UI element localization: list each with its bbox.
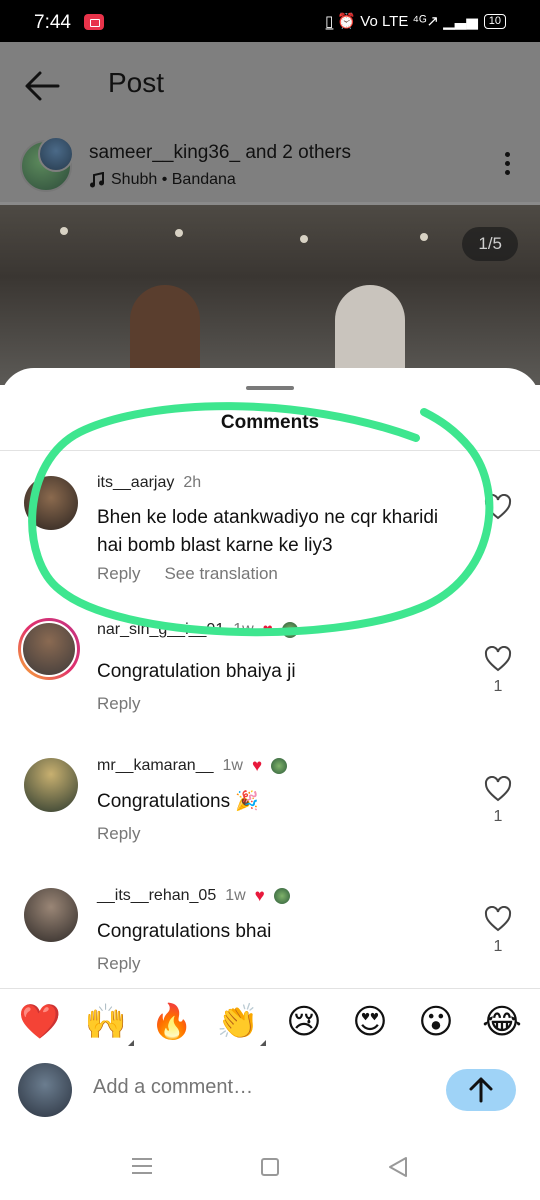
author-avatar-badge bbox=[271, 758, 288, 774]
comment-avatar[interactable] bbox=[18, 618, 80, 680]
heart-filled-icon: ♥ bbox=[262, 620, 273, 639]
collaborator-avatar[interactable] bbox=[38, 136, 74, 172]
status-indicators: ▯̲ ⏰ Vo LTE ⁴ᴳ↗ ▁▃▅ bbox=[325, 13, 478, 30]
emoji-clapping-hands[interactable]: 👏 bbox=[216, 1000, 266, 1046]
skin-tone-indicator bbox=[260, 1040, 266, 1046]
emoji-raising-hands[interactable]: 🙌 bbox=[84, 1000, 134, 1046]
heart-outline-icon[interactable] bbox=[484, 646, 512, 672]
status-time: 7:44 bbox=[34, 12, 71, 33]
emoji-red-heart[interactable]: ❤️ bbox=[18, 1000, 62, 1044]
send-arrow-icon bbox=[469, 1077, 493, 1103]
comment-username[interactable]: nar_sin_g__i__01 bbox=[97, 621, 224, 639]
emoji-laughing-face[interactable]: 😂 bbox=[480, 1000, 524, 1044]
status-icons: ▯̲ ⏰ Vo LTE ⁴ᴳ↗ ▁▃▅ 10 bbox=[325, 12, 506, 30]
post-image[interactable] bbox=[0, 205, 540, 385]
emoji-fire[interactable]: 🔥 bbox=[150, 1000, 194, 1044]
comment-input[interactable] bbox=[93, 1076, 423, 1099]
comment-avatar[interactable] bbox=[24, 888, 78, 942]
like-count: 1 bbox=[493, 938, 503, 955]
comment-item: its__aarjay 2h Bhen ke lode atankwadiyo … bbox=[0, 474, 540, 596]
comment-avatar[interactable] bbox=[24, 758, 78, 812]
status-bar: 7:44 ▯̲ ⏰ Vo LTE ⁴ᴳ↗ ▁▃▅ 10 bbox=[0, 0, 540, 42]
comment-item: __its__rehan_05 1w ♥ Congratulations bha… bbox=[0, 886, 540, 1008]
comment-time: 1w bbox=[233, 621, 254, 638]
more-options-icon[interactable] bbox=[500, 152, 514, 180]
current-user-avatar bbox=[18, 1063, 72, 1117]
quick-reactions: ❤️ 🙌 🔥 👏 😢 😍 😮 😂 bbox=[0, 1000, 540, 1050]
reply-button[interactable]: Reply bbox=[97, 824, 140, 844]
divider bbox=[0, 988, 540, 989]
comment-actions: Reply bbox=[97, 824, 140, 844]
comment-text: Congratulations 🎉 bbox=[97, 791, 260, 812]
author-avatar-badge bbox=[273, 888, 290, 904]
heart-outline-icon[interactable] bbox=[484, 906, 512, 932]
page-title: Post bbox=[108, 67, 165, 98]
comment-actions: Reply bbox=[97, 954, 140, 974]
comment-text: Bhen ke lode atankwadiyo ne cqr kharidi … bbox=[97, 507, 439, 556]
comment-text: Congratulation bhaiya ji bbox=[97, 661, 296, 682]
comment-time: 1w bbox=[225, 887, 246, 904]
post-owner[interactable]: sameer__king36_ and 2 others bbox=[89, 142, 351, 164]
comments-title: Comments bbox=[220, 412, 320, 433]
comment-username[interactable]: mr__kamaran__ bbox=[97, 757, 214, 775]
see-translation-button[interactable]: See translation bbox=[164, 564, 277, 584]
author-avatar-badge bbox=[281, 622, 298, 638]
comment-time: 1w bbox=[222, 757, 243, 774]
comment-text: Congratulations bhai bbox=[97, 921, 272, 942]
battery-icon: 10 bbox=[483, 13, 506, 29]
comment-time: 2h bbox=[183, 474, 202, 491]
heart-outline-icon[interactable] bbox=[484, 494, 512, 520]
reply-button[interactable]: Reply bbox=[97, 564, 140, 584]
comment-header: nar_sin_g__i__01 1w ♥ bbox=[97, 620, 298, 640]
reply-button[interactable]: Reply bbox=[97, 954, 140, 974]
heart-outline-icon[interactable] bbox=[484, 776, 512, 802]
system-nav-bar bbox=[0, 1138, 540, 1200]
home-icon[interactable] bbox=[261, 1158, 279, 1176]
menu-icon[interactable] bbox=[132, 1158, 152, 1174]
music-note-icon bbox=[90, 172, 104, 188]
like-count: 1 bbox=[493, 808, 503, 825]
skin-tone-indicator bbox=[128, 1040, 134, 1046]
post-header: Post sameer__king36_ and 2 others Shubh … bbox=[0, 42, 540, 202]
heart-filled-icon: ♥ bbox=[254, 886, 265, 905]
divider bbox=[0, 450, 540, 451]
post-audio[interactable]: Shubh • Bandana bbox=[89, 171, 236, 189]
emoji-surprised-face[interactable]: 😮 bbox=[414, 1000, 458, 1044]
emoji-heart-eyes[interactable]: 😍 bbox=[348, 1000, 392, 1044]
comment-username[interactable]: its__aarjay bbox=[97, 474, 174, 492]
reply-button[interactable]: Reply bbox=[97, 694, 140, 714]
comment-item: mr__kamaran__ 1w ♥ Congratulations 🎉 Rep… bbox=[0, 756, 540, 878]
comment-username[interactable]: __its__rehan_05 bbox=[97, 887, 216, 905]
send-button[interactable] bbox=[446, 1069, 516, 1111]
emoji-glyph: 🙌 bbox=[84, 1003, 128, 1041]
heart-filled-icon: ♥ bbox=[251, 756, 263, 775]
comment-header: its__aarjay 2h bbox=[97, 474, 201, 492]
screen-record-icon bbox=[84, 14, 104, 30]
comment-item: nar_sin_g__i__01 1w ♥ Congratulation bha… bbox=[0, 618, 540, 742]
like-count: 1 bbox=[493, 678, 503, 695]
post-background: Post sameer__king36_ and 2 others Shubh … bbox=[0, 42, 540, 385]
back-triangle-icon[interactable] bbox=[386, 1156, 410, 1178]
image-counter: 1/5 bbox=[462, 227, 518, 261]
comment-actions: Reply bbox=[97, 694, 140, 714]
song-label: Shubh • Bandana bbox=[111, 171, 236, 188]
comment-avatar[interactable] bbox=[24, 476, 78, 530]
comment-actions: Reply See translation bbox=[97, 564, 278, 584]
comment-header: mr__kamaran__ 1w ♥ bbox=[97, 756, 288, 776]
emoji-glyph: 👏 bbox=[216, 1003, 260, 1041]
comment-header: __its__rehan_05 1w ♥ bbox=[97, 886, 290, 906]
sheet-drag-handle[interactable] bbox=[246, 386, 294, 390]
back-arrow-icon[interactable] bbox=[22, 68, 62, 104]
emoji-crying-face[interactable]: 😢 bbox=[282, 1000, 326, 1044]
